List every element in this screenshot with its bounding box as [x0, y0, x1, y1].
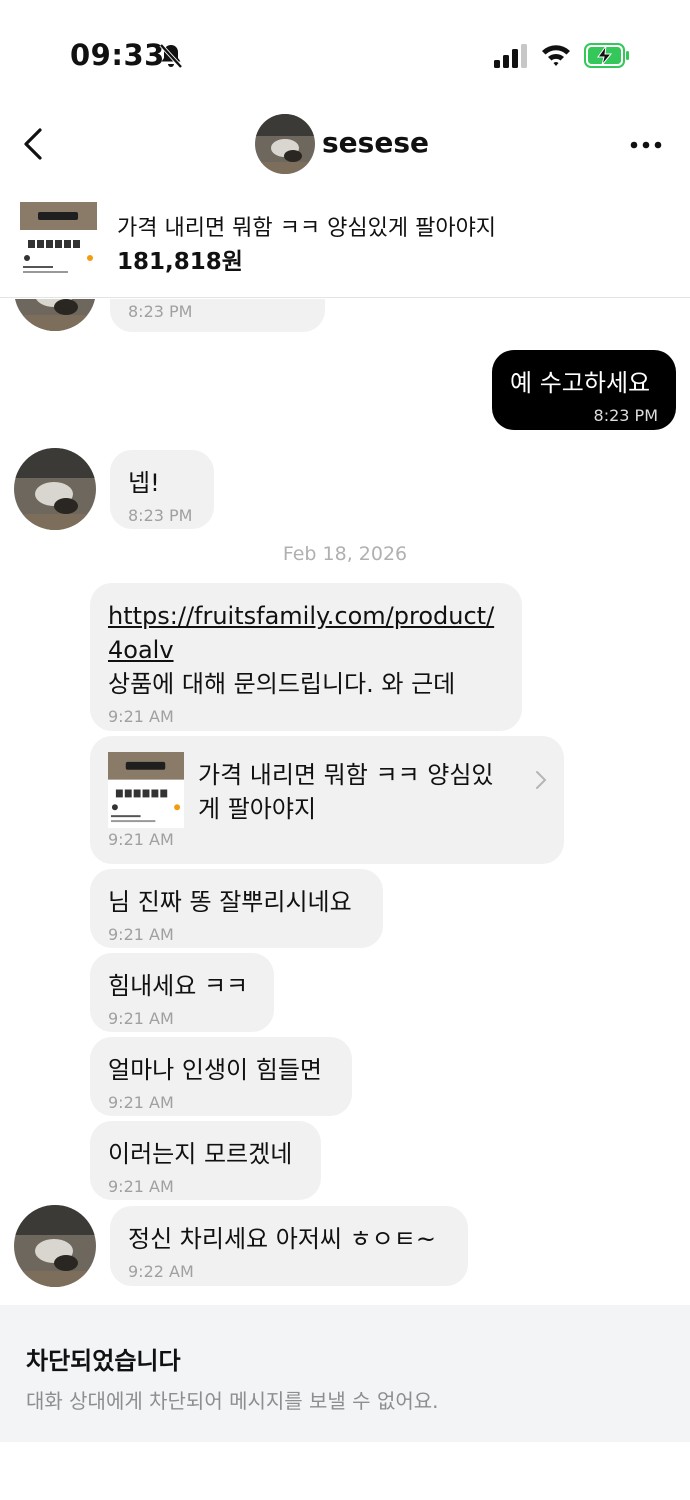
message-bubble[interactable]: 8:23 PM — [110, 299, 325, 332]
message-bubble[interactable]: 얼마나 인생이 힘들면 9:21 AM — [90, 1037, 352, 1116]
back-icon[interactable] — [18, 124, 50, 164]
status-time: 09:33 — [70, 38, 165, 72]
more-icon[interactable] — [628, 130, 664, 160]
product-card-message[interactable]: 가격 내리면 뭐함 ㅋㅋ 양심있 게 팔아야지 9:21 AM — [90, 736, 564, 864]
chevron-right-icon — [536, 771, 547, 789]
chat-header: sesese — [0, 108, 690, 182]
message-time: 9:21 AM — [108, 707, 174, 726]
message-bubble[interactable]: 넵! 8:23 PM — [110, 450, 214, 529]
message-time: 8:23 PM — [128, 302, 193, 321]
bell-off-icon — [159, 43, 183, 69]
sender-avatar[interactable] — [14, 448, 96, 530]
signal-icon — [494, 44, 527, 68]
message-bubble[interactable]: 정신 차리세요 아저씨 ㅎㅇㅌ~ 9:22 AM — [110, 1206, 468, 1286]
blocked-title: 차단되었습니다 — [26, 1347, 181, 1375]
product-thumbnail — [20, 202, 97, 279]
wifi-icon — [542, 45, 570, 66]
message-time: 9:21 AM — [108, 1093, 174, 1112]
product-title: 가격 내리면 뭐함 ㅋㅋ 양심있게 팔아야지 — [117, 216, 497, 241]
status-bar: 09:33 — [0, 0, 690, 100]
product-card-thumbnail — [108, 752, 184, 828]
message-time: 9:22 AM — [128, 1262, 194, 1281]
message-link[interactable]: https://fruitsfamily.com/product/ 4oalv — [108, 599, 504, 667]
message-time: 8:23 PM — [593, 406, 658, 425]
message-bubble[interactable]: 힘내세요 ㅋㅋ 9:21 AM — [90, 953, 274, 1032]
date-separator: Feb 18, 2026 — [282, 543, 408, 565]
header-avatar[interactable] — [255, 114, 315, 174]
sender-avatar[interactable] — [14, 1205, 96, 1287]
blocked-notice: 차단되었습니다 대화 상대에게 차단되어 메시지를 보낼 수 없어요. — [0, 1305, 690, 1442]
message-time: 9:21 AM — [108, 925, 174, 944]
message-time: 8:23 PM — [128, 506, 193, 525]
message-time: 9:21 AM — [108, 1009, 174, 1028]
product-card-title: 가격 내리면 뭐함 ㅋㅋ 양심있 게 팔아야지 — [198, 761, 494, 823]
sender-avatar[interactable] — [14, 299, 96, 331]
message-bubble-mine[interactable]: 예 수고하세요 8:23 PM — [492, 350, 676, 430]
header-username[interactable]: sesese — [322, 126, 429, 159]
product-price: 181,818원 — [117, 249, 243, 275]
blocked-description: 대화 상대에게 차단되어 메시지를 보낼 수 없어요. — [26, 1389, 439, 1413]
product-banner[interactable]: 가격 내리면 뭐함 ㅋㅋ 양심있게 팔아야지 181,818원 — [0, 196, 690, 298]
message-list[interactable]: 8:23 PM 예 수고하세요 8:23 PM 넵! 8:23 PM Feb 1… — [0, 299, 690, 1305]
message-bubble[interactable]: https://fruitsfamily.com/product/ 4oalv … — [90, 583, 522, 731]
battery-charging-icon — [584, 43, 629, 68]
message-time: 9:21 AM — [108, 1177, 174, 1196]
message-bubble[interactable]: 이러는지 모르겠네 9:21 AM — [90, 1121, 321, 1200]
message-bubble[interactable]: 님 진짜 똥 잘뿌리시네요 9:21 AM — [90, 869, 383, 948]
